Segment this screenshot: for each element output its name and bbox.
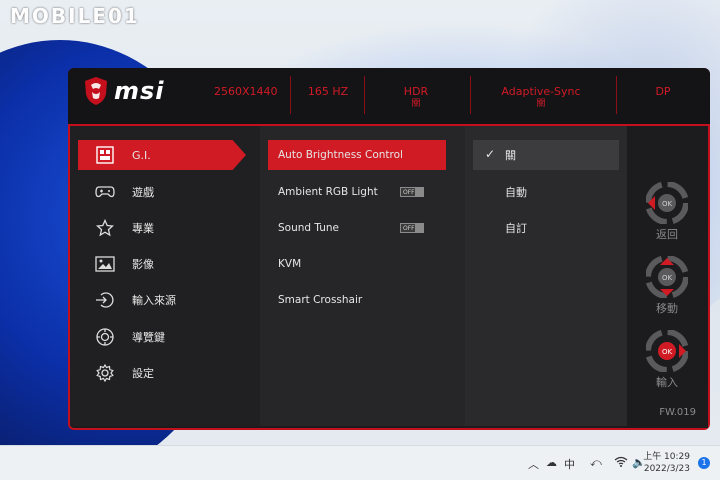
status-adaptive-sync-value: Adaptive-Sync	[501, 85, 581, 98]
taskbar: ︿ ☁ 中 ⤺ 🔈 上午 10:29 2022/3/23 1	[0, 445, 720, 480]
taskbar-clock[interactable]: 上午 10:29 2022/3/23	[643, 451, 690, 475]
status-refresh-rate-value: 165 HZ	[307, 85, 349, 98]
gi-icon	[94, 144, 116, 166]
status-divider	[616, 76, 617, 114]
gear-icon	[94, 362, 116, 384]
sub-item-label: Sound Tune	[278, 222, 339, 234]
sub-menu: Auto Brightness Control Ambient RGB Ligh…	[260, 126, 466, 426]
ime-indicator[interactable]: 中	[564, 456, 575, 472]
star-icon	[94, 217, 116, 239]
sub-item-label: Ambient RGB Light	[278, 186, 378, 198]
status-hdr-value: HDR	[403, 85, 429, 98]
clock-date: 2022/3/23	[643, 464, 690, 474]
status-adaptive-sync: Adaptive-Sync 關	[496, 86, 586, 110]
option-list: ✓ 關 自動 自訂	[465, 126, 627, 426]
image-icon	[94, 253, 116, 275]
nav-key-ok-text: OK	[662, 274, 673, 282]
option-label: 關	[505, 149, 516, 162]
sub-item-sound-tune[interactable]: Sound Tune OFF	[268, 213, 446, 243]
osd-status-bar: msi 2560X1440 165 HZ HDR 關 Adaptive-Sync…	[68, 68, 710, 126]
msi-logo-text: msi	[114, 77, 165, 105]
msi-logo: msi	[84, 76, 165, 106]
menu-item-label: 影像	[132, 258, 154, 271]
menu-item-navi-key[interactable]: 導覽鍵	[78, 322, 246, 352]
chevron-up-icon[interactable]: ︿	[528, 456, 539, 472]
sound-tune-toggle[interactable]: OFF	[400, 223, 424, 233]
menu-item-label: 遊戲	[132, 186, 154, 199]
menu-item-label: G.I.	[132, 148, 151, 162]
status-hdr: HDR 關	[386, 86, 446, 110]
clock-time: 上午 10:29	[643, 452, 690, 462]
status-refresh-rate: 165 HZ	[302, 86, 354, 98]
status-hdr-state: 關	[411, 99, 421, 109]
nav-key-move: OK 移動	[637, 256, 697, 316]
firmware-version: FW.019	[659, 407, 696, 418]
nav-key-enter: OK 輸入	[637, 330, 697, 390]
option-label: 自動	[505, 186, 527, 199]
joystick-enter-icon: OK	[646, 330, 688, 372]
navi-key-guide: OK 返回 OK 移動 OK 輸入 FW.019	[627, 126, 708, 428]
ime-mode-icon[interactable]: ⤺	[590, 456, 602, 470]
watermark: MOBILE01	[10, 4, 140, 28]
navi-key-icon	[94, 326, 116, 348]
option-custom[interactable]: 自訂	[473, 213, 619, 243]
nav-key-label: 輸入	[656, 376, 678, 389]
menu-item-label: 專業	[132, 222, 154, 235]
nav-key-ok-text: OK	[662, 200, 673, 208]
status-resolution-value: 2560X1440	[214, 85, 278, 98]
sub-item-ambient-rgb-light[interactable]: Ambient RGB Light OFF	[268, 177, 446, 207]
status-divider	[290, 76, 291, 114]
menu-item-input-source[interactable]: 輸入來源	[78, 285, 246, 315]
nav-key-ok-text: OK	[662, 348, 673, 356]
wifi-icon[interactable]	[614, 456, 628, 470]
nav-key-label: 返回	[656, 228, 678, 241]
sub-item-label: KVM	[278, 258, 302, 270]
menu-item-gaming[interactable]: 遊戲	[78, 177, 246, 207]
joystick-move-icon: OK	[646, 256, 688, 298]
nav-key-label: 移動	[656, 302, 678, 315]
sub-item-label: Auto Brightness Control	[278, 149, 403, 161]
menu-item-professional[interactable]: 專業	[78, 213, 246, 243]
menu-item-label: 輸入來源	[132, 294, 176, 307]
menu-item-gi[interactable]: G.I.	[78, 140, 246, 170]
gamepad-icon	[94, 181, 116, 203]
input-source-icon	[94, 289, 116, 311]
nav-key-back: OK 返回	[637, 182, 697, 242]
menu-item-label: 導覽鍵	[132, 331, 165, 344]
main-menu: G.I. 遊戲 專業 影像 輸入來源 導覽鍵 設定	[70, 126, 261, 426]
status-divider	[470, 76, 471, 114]
status-resolution: 2560X1440	[214, 86, 278, 98]
status-divider	[364, 76, 365, 114]
menu-item-image[interactable]: 影像	[78, 249, 246, 279]
sub-item-label: Smart Crosshair	[278, 294, 363, 306]
status-input-port: DP	[638, 86, 688, 98]
ambient-rgb-toggle[interactable]: OFF	[400, 187, 424, 197]
option-auto[interactable]: 自動	[473, 177, 619, 207]
notification-badge[interactable]: 1	[698, 457, 710, 469]
status-input-port-value: DP	[655, 85, 671, 98]
option-off[interactable]: ✓ 關	[473, 140, 619, 170]
option-label: 自訂	[505, 222, 527, 235]
menu-item-settings[interactable]: 設定	[78, 358, 246, 388]
msi-dragon-shield-icon	[85, 77, 107, 105]
joystick-back-icon: OK	[646, 182, 688, 224]
checkmark-icon: ✓	[485, 147, 496, 161]
sub-item-auto-brightness-control[interactable]: Auto Brightness Control	[268, 140, 446, 170]
sub-item-kvm[interactable]: KVM	[268, 249, 446, 279]
osd-menu: msi 2560X1440 165 HZ HDR 關 Adaptive-Sync…	[68, 68, 710, 430]
status-adaptive-sync-state: 關	[536, 99, 546, 109]
sub-item-smart-crosshair[interactable]: Smart Crosshair	[268, 285, 446, 315]
cloud-icon[interactable]: ☁	[546, 456, 557, 469]
menu-item-label: 設定	[132, 367, 154, 380]
